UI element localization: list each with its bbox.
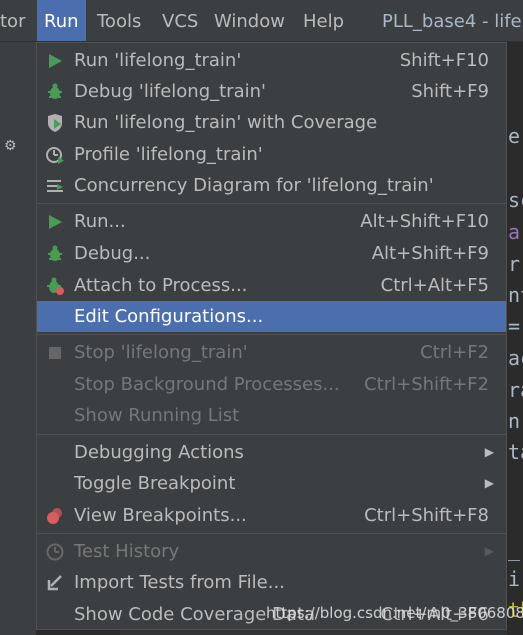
editor-line: n — [508, 409, 521, 433]
editor-line: sc — [508, 188, 523, 212]
menu-item-view-breakpoints[interactable]: View Breakpoints... Ctrl+Shift+F8 — [37, 500, 506, 531]
debug-bug-icon — [45, 244, 65, 264]
menubar-item-tools[interactable]: Tools — [97, 0, 141, 41]
menu-item-toggle-breakpoint[interactable]: Toggle Breakpoint ▶ — [37, 468, 506, 499]
menu-separator — [37, 334, 506, 335]
gear-icon[interactable]: ⚙ — [4, 138, 17, 154]
menubar-item-help[interactable]: Help — [303, 0, 344, 41]
run-icon — [45, 212, 65, 232]
submenu-arrow-icon: ▶ — [484, 544, 494, 558]
menubar-item-vcs[interactable]: VCS — [162, 0, 198, 41]
menu-separator — [37, 434, 506, 435]
concurrency-icon — [45, 176, 65, 196]
menu-item-test-history[interactable]: Test History ▶ — [37, 536, 506, 567]
menubar-item-window[interactable]: Window — [214, 0, 285, 41]
import-arrow-icon — [45, 573, 65, 593]
menu-item-debug[interactable]: Debug... Alt+Shift+F9 — [37, 238, 506, 269]
profile-icon — [45, 145, 65, 165]
editor-line: = — [508, 314, 521, 338]
menu-item-run-config[interactable]: Run 'lifelong_train' Shift+F10 — [37, 45, 506, 76]
editor-line: nt — [508, 283, 523, 307]
editor-line: _ — [508, 537, 521, 561]
editor-line: ra — [508, 378, 523, 402]
submenu-arrow-icon: ▶ — [484, 476, 494, 490]
editor-line: r — [508, 252, 521, 276]
menu-item-import-tests[interactable]: Import Tests from File... — [37, 567, 506, 598]
editor-line: ac — [508, 346, 523, 370]
editor-line: ta — [508, 440, 523, 464]
code-editor[interactable]: er sc ar r nt = ac ra n ta _ ir th — [507, 42, 523, 635]
menu-item-debugging-actions[interactable]: Debugging Actions ▶ — [37, 437, 506, 468]
left-tool-strip: ⚙ — [0, 42, 36, 635]
menubar-item-editor[interactable]: tor — [0, 0, 25, 41]
menubar: tor Run Tools VCS Window Help PLL_base4 … — [0, 0, 523, 42]
coverage-shield-icon — [45, 113, 65, 133]
attach-bug-icon — [45, 276, 65, 296]
watermark-text: https://blog.csdn.net/m0_38068084 — [266, 604, 523, 622]
submenu-arrow-icon: ▶ — [484, 445, 494, 459]
run-icon — [45, 51, 65, 71]
menu-item-run-with-coverage[interactable]: Run 'lifelong_train' with Coverage — [37, 107, 506, 138]
menu-item-show-running-list[interactable]: Show Running List — [37, 400, 506, 431]
menu-item-run[interactable]: Run... Alt+Shift+F10 — [37, 206, 506, 237]
run-menu-dropdown: Run 'lifelong_train' Shift+F10 Debug 'li… — [36, 42, 507, 630]
clock-icon — [45, 542, 65, 562]
menu-separator — [37, 533, 506, 534]
menu-item-concurrency-diagram[interactable]: Concurrency Diagram for 'lifelong_train' — [37, 170, 506, 201]
menu-item-profile[interactable]: Profile 'lifelong_train' — [37, 139, 506, 170]
debug-bug-icon — [45, 82, 65, 102]
menu-item-edit-configurations[interactable]: Edit Configurations... — [37, 301, 506, 332]
menu-item-stop[interactable]: Stop 'lifelong_train' Ctrl+F2 — [37, 337, 506, 368]
stop-icon — [45, 343, 65, 363]
menu-item-attach-to-process[interactable]: Attach to Process... Ctrl+Alt+F5 — [37, 270, 506, 301]
window-title: PLL_base4 - lifelc — [382, 11, 523, 32]
breakpoints-icon — [45, 506, 65, 526]
editor-line: ar — [508, 220, 523, 244]
editor-line: ir — [508, 567, 523, 591]
bottom-editor-strip — [120, 630, 507, 635]
menu-item-stop-background-processes[interactable]: Stop Background Processes... Ctrl+Shift+… — [37, 369, 506, 400]
editor-line: er — [508, 124, 523, 148]
menu-item-debug-config[interactable]: Debug 'lifelong_train' Shift+F9 — [37, 76, 506, 107]
menubar-item-run[interactable]: Run — [37, 0, 86, 41]
menu-separator — [37, 203, 506, 204]
